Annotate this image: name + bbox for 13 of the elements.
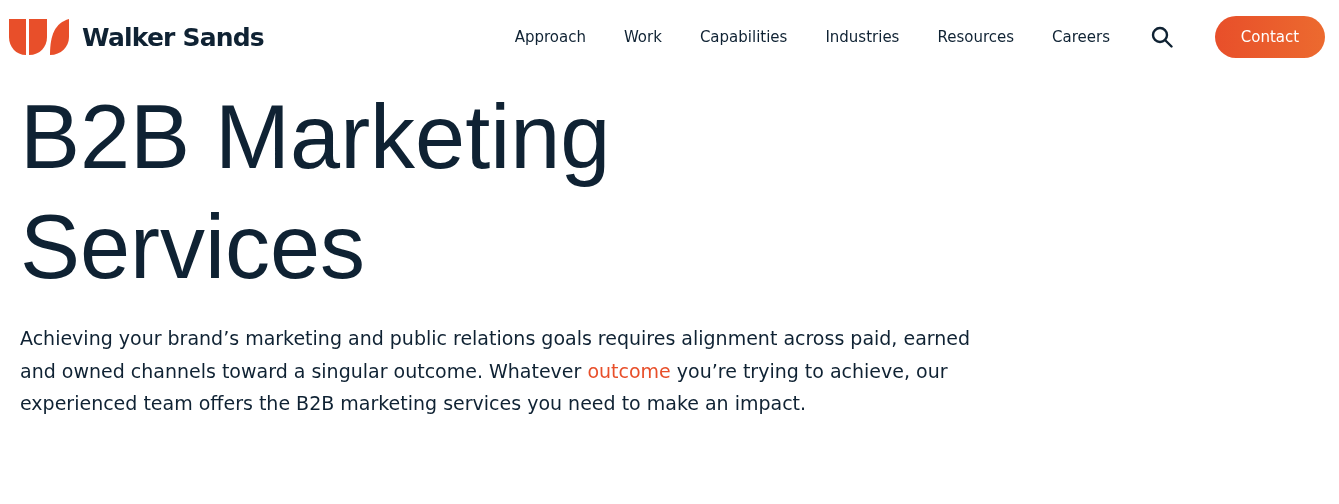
outcome-link[interactable]: outcome	[587, 359, 671, 382]
search-icon[interactable]	[1151, 26, 1173, 48]
nav-link[interactable]: Resources	[937, 28, 1015, 46]
intro-paragraph: Achieving your brand’s marketing and public relations goals requires alignment across paid, earned and owned channels toward a singular outcome. Whatever outcome you’re trying to achieve, our experienced team offers the B2B marketing services you need to make an impact.	[20, 326, 972, 416]
nav-link[interactable]: Industries	[825, 28, 900, 46]
logo-icon[interactable]	[9, 19, 69, 55]
nav-link[interactable]: Work	[623, 28, 662, 46]
page-heading: B2B Marketing	[20, 86, 611, 189]
nav-link[interactable]: Capabilities	[699, 28, 788, 46]
page-heading: Services	[20, 196, 366, 299]
nav-link[interactable]: Approach	[514, 28, 586, 46]
nav-link[interactable]: Careers	[1052, 28, 1110, 46]
brand-name[interactable]: Walker Sands	[82, 22, 264, 52]
